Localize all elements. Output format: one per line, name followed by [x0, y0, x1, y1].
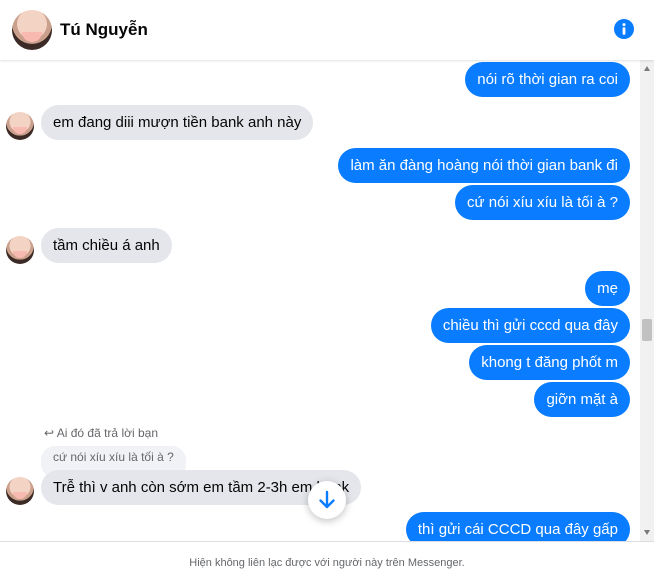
avatar — [6, 477, 34, 505]
reply-indicator: ↩ Ai đó đã trả lời bạn — [44, 426, 158, 440]
scrollbar[interactable] — [640, 60, 654, 541]
contact-name[interactable]: Tú Nguyễn — [60, 20, 148, 40]
message-outgoing: nói rõ thời gian ra coi — [465, 62, 630, 97]
avatar — [6, 236, 34, 264]
message-list[interactable]: nói rõ thời gian ra coi em đang diii mượ… — [0, 60, 640, 541]
message-outgoing: thì gửi cái CCCD qua đây gấp — [405, 512, 630, 541]
scroll-to-bottom-button[interactable] — [308, 481, 346, 519]
scroll-up-arrow-icon[interactable] — [644, 66, 650, 71]
message-outgoing: cứ nói xíu xíu là tối à ? — [455, 185, 630, 220]
scroll-down-arrow-icon[interactable] — [644, 530, 650, 535]
message-outgoing: chiều thì gửi cccd qua đây — [430, 308, 630, 343]
unavailable-notice: Hiện không liên lạc được với người này t… — [0, 541, 654, 581]
chat-header: Tú Nguyễn — [0, 0, 654, 60]
scrollbar-thumb[interactable] — [642, 319, 652, 341]
reply-icon: ↩ — [44, 426, 55, 440]
avatar[interactable] — [12, 10, 52, 50]
info-icon[interactable] — [614, 19, 634, 39]
arrow-down-icon — [319, 490, 335, 509]
reply-meta-text: Ai đó đã trả lời bạn — [56, 426, 158, 440]
message-incoming: em đang diii mượn tiền bank anh này — [41, 105, 314, 140]
message-outgoing: làm ăn đàng hoàng nói thời gian bank đi — [338, 148, 630, 183]
message-incoming: tầm chiều á anh — [41, 228, 172, 263]
avatar — [6, 112, 34, 140]
message-outgoing: giỡn mặt à — [534, 382, 630, 417]
message-outgoing: mẹ — [585, 271, 630, 306]
message-outgoing: khong t đăng phốt m — [469, 345, 630, 380]
